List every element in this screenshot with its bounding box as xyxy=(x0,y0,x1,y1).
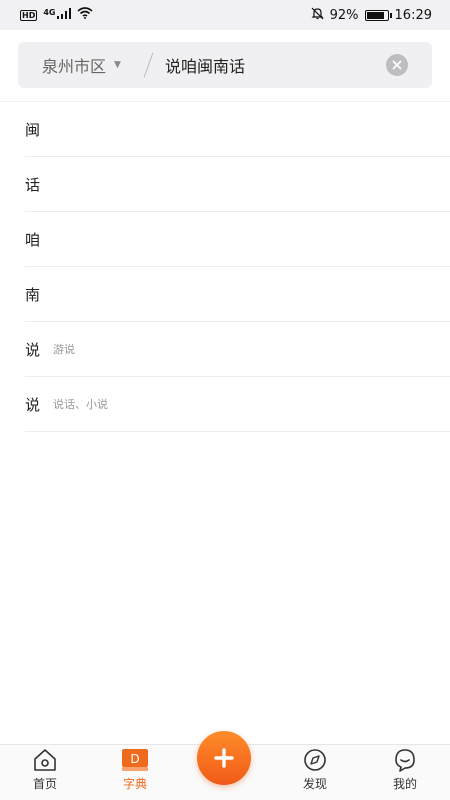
clock: 16:29 xyxy=(394,7,432,23)
list-item[interactable]: 咱 xyxy=(25,212,450,267)
result-char: 南 xyxy=(25,285,41,304)
nav-discover[interactable]: 发现 xyxy=(285,748,345,792)
status-right: 92% 16:29 xyxy=(311,7,432,24)
result-char: 闽 xyxy=(25,120,41,139)
status-bar: HD 4G 92% 16:29 xyxy=(0,0,450,30)
home-icon xyxy=(32,748,58,772)
dictionary-badge: D xyxy=(130,752,139,766)
region-selector[interactable]: 泉州市区 ▼ xyxy=(18,53,148,77)
nav-dictionary[interactable]: D 字典 xyxy=(105,748,165,792)
nav-mine[interactable]: 我的 xyxy=(375,748,435,792)
search-box[interactable]: 泉州市区 ▼ 说咱闽南话 xyxy=(18,42,432,88)
list-item[interactable]: 闽 xyxy=(25,102,450,157)
dictionary-icon: D xyxy=(121,748,149,772)
list-item[interactable]: 说 游说 xyxy=(25,322,450,377)
result-char: 说 xyxy=(25,395,41,414)
result-sub: 游说 xyxy=(53,343,75,356)
profile-icon xyxy=(392,748,418,772)
plus-icon xyxy=(214,748,234,768)
battery-fill xyxy=(366,11,384,19)
dropdown-arrow-icon: ▼ xyxy=(114,60,121,70)
hd-badge: HD xyxy=(20,9,38,21)
list-item[interactable]: 说 说话、小说 xyxy=(25,377,450,432)
network-type: 4G xyxy=(43,7,56,17)
clear-icon[interactable] xyxy=(386,54,408,76)
search-input[interactable]: 说咱闽南话 xyxy=(165,53,386,77)
mute-bell-icon xyxy=(311,7,324,24)
nav-dictionary-label: 字典 xyxy=(122,777,147,791)
results-list: 闽 话 咱 南 说 游说 说 说话、小说 xyxy=(0,102,450,432)
result-char: 话 xyxy=(25,175,41,194)
result-char: 咱 xyxy=(25,230,41,249)
search-header: 泉州市区 ▼ 说咱闽南话 xyxy=(0,30,450,102)
region-label: 泉州市区 xyxy=(42,57,107,76)
signal-icon xyxy=(57,7,72,23)
result-sub: 说话、小说 xyxy=(53,398,108,411)
status-left: HD 4G xyxy=(20,7,94,23)
battery-percent: 92% xyxy=(329,7,359,23)
wifi-icon xyxy=(77,7,94,23)
nav-home[interactable]: 首页 xyxy=(15,748,75,792)
list-item[interactable]: 话 xyxy=(25,157,450,212)
nav-home-label: 首页 xyxy=(32,777,57,791)
result-char: 说 xyxy=(25,340,41,359)
battery-icon xyxy=(364,9,392,21)
bottom-nav: 首页 D 字典 发现 我的 xyxy=(0,731,450,800)
list-item[interactable]: 南 xyxy=(25,267,450,322)
add-button[interactable] xyxy=(197,731,251,785)
nav-mine-label: 我的 xyxy=(392,777,417,791)
nav-discover-label: 发现 xyxy=(302,777,327,791)
compass-icon xyxy=(302,748,328,772)
